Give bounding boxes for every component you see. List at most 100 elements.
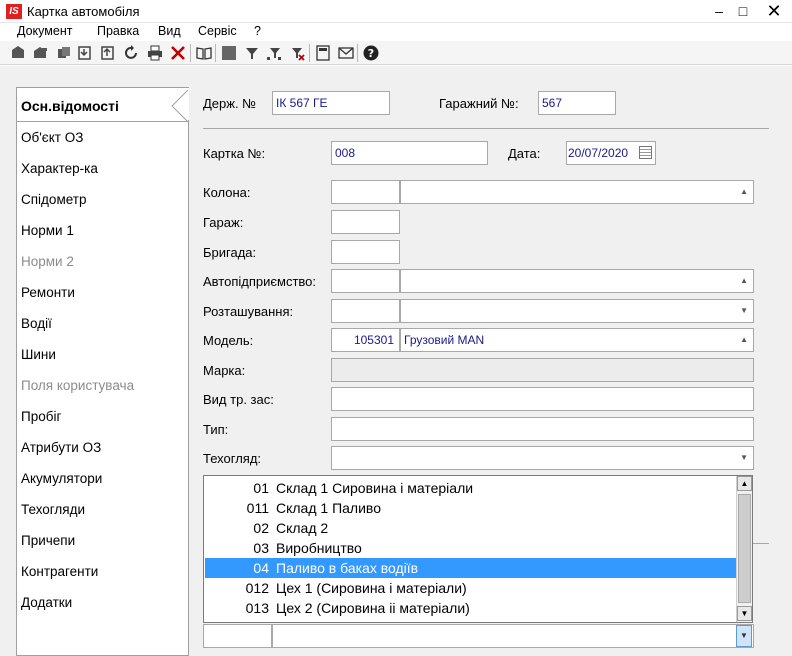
menu-edit[interactable]: Правка bbox=[97, 24, 139, 38]
bottom-code-field[interactable] bbox=[203, 624, 272, 648]
list-item[interactable]: 03 Виробництво bbox=[205, 538, 736, 558]
sidebar-item-12[interactable]: Акумулятори bbox=[21, 471, 102, 486]
list-item-code: 013 bbox=[245, 600, 269, 616]
list-item[interactable]: 011 Склад 1 Паливо bbox=[205, 498, 736, 518]
type-label: Тип: bbox=[203, 422, 229, 437]
model-name-field[interactable]: Грузовий MAN ▲ bbox=[400, 328, 754, 352]
filter-add-icon[interactable] bbox=[265, 44, 283, 62]
company-label: Автопідприємство: bbox=[203, 274, 317, 289]
dropdown-toggle-button[interactable]: ▼ bbox=[736, 625, 752, 647]
menu-document[interactable]: Документ bbox=[17, 24, 72, 38]
garage-number-field[interactable]: 567 bbox=[538, 91, 616, 115]
delete-icon[interactable] bbox=[169, 44, 187, 62]
toolbar-separator bbox=[309, 44, 310, 62]
brigade-label: Бригада: bbox=[203, 245, 257, 260]
list-item[interactable]: 02 Склад 2 bbox=[205, 518, 736, 538]
bottom-name-field[interactable] bbox=[272, 624, 754, 648]
dropdown-scrollbar[interactable]: ▲ ▼ bbox=[736, 476, 752, 622]
export-icon[interactable] bbox=[99, 44, 117, 62]
minimize-button[interactable]: – bbox=[706, 0, 732, 23]
book-icon[interactable] bbox=[195, 44, 213, 62]
calculator-icon[interactable] bbox=[314, 44, 332, 62]
sidebar-item-2[interactable]: Характер-ка bbox=[21, 161, 98, 176]
sidebar-item-0[interactable]: Осн.відомості bbox=[21, 98, 119, 114]
nav-divider bbox=[17, 121, 189, 122]
scroll-up-icon[interactable]: ▲ bbox=[737, 476, 752, 491]
filter-icon[interactable] bbox=[243, 44, 261, 62]
close-button[interactable]: ✕ bbox=[756, 0, 792, 23]
help-icon[interactable]: ? bbox=[362, 44, 380, 62]
calendar-icon[interactable] bbox=[639, 146, 652, 159]
brigade-field[interactable] bbox=[331, 240, 400, 264]
chevron-up-icon[interactable]: ▲ bbox=[740, 270, 748, 292]
location-name-field[interactable]: ▼ bbox=[400, 299, 754, 323]
square-icon[interactable] bbox=[220, 44, 238, 62]
list-item-name: Цех 2 (Сировина іі матеріали) bbox=[276, 600, 470, 616]
list-item[interactable]: 04 Паливо в баках водіїв bbox=[205, 558, 736, 578]
chevron-up-icon[interactable]: ▲ bbox=[740, 329, 748, 351]
new-document-icon[interactable] bbox=[9, 44, 27, 62]
chevron-down-icon[interactable]: ▼ bbox=[740, 447, 748, 469]
menu-bar: Документ Правка Вид Сервіс ? bbox=[0, 23, 792, 41]
sidebar-item-1[interactable]: Об'єкт ОЗ bbox=[21, 130, 83, 145]
sidebar-item-9: Поля користувача bbox=[21, 378, 135, 393]
model-name-value: Грузовий MAN bbox=[404, 333, 485, 347]
chevron-down-icon[interactable]: ▼ bbox=[740, 300, 748, 322]
column-code-field[interactable] bbox=[331, 180, 400, 204]
column-name-field[interactable]: ▲ bbox=[400, 180, 754, 204]
menu-service[interactable]: Сервіс bbox=[198, 24, 237, 38]
sidebar-item-11[interactable]: Атрибути ОЗ bbox=[21, 440, 101, 455]
menu-help[interactable]: ? bbox=[254, 24, 261, 38]
scroll-down-icon[interactable]: ▼ bbox=[737, 606, 752, 621]
sidebar-item-3[interactable]: Спідометр bbox=[21, 192, 86, 207]
vehicle-type-label: Вид тр. зас: bbox=[203, 392, 274, 407]
model-code-field[interactable]: 105301 bbox=[331, 328, 400, 352]
scroll-thumb[interactable] bbox=[738, 494, 751, 603]
open-icon[interactable] bbox=[32, 44, 50, 62]
panel-line bbox=[753, 543, 769, 544]
sidebar-item-10[interactable]: Пробіг bbox=[21, 409, 61, 424]
location-code-field[interactable] bbox=[331, 299, 400, 323]
garage-field[interactable] bbox=[331, 210, 400, 234]
model-label: Модель: bbox=[203, 333, 254, 348]
sidebar-item-6[interactable]: Ремонти bbox=[21, 285, 75, 300]
sidebar-item-8[interactable]: Шини bbox=[21, 347, 56, 362]
list-item[interactable]: 01 Склад 1 Сировина і матеріали bbox=[205, 478, 736, 498]
inspection-label: Техогляд: bbox=[203, 451, 262, 466]
sidebar-item-16[interactable]: Додатки bbox=[21, 595, 72, 610]
list-item-name: Склад 2 bbox=[276, 520, 329, 536]
filter-clear-icon[interactable] bbox=[288, 44, 306, 62]
sidebar-item-14[interactable]: Причепи bbox=[21, 533, 75, 548]
vehicle-type-field[interactable] bbox=[331, 387, 754, 411]
import-icon[interactable] bbox=[76, 44, 94, 62]
list-item-code: 03 bbox=[253, 540, 269, 556]
date-value: 20/07/2020 bbox=[568, 146, 629, 160]
date-field[interactable]: 20/07/2020 bbox=[566, 141, 656, 165]
copy-icon[interactable] bbox=[55, 44, 73, 62]
svg-text:?: ? bbox=[368, 47, 374, 60]
chevron-up-icon[interactable]: ▲ bbox=[740, 181, 748, 203]
card-number-field[interactable]: 008 bbox=[331, 141, 488, 165]
sidebar-item-13[interactable]: Техогляди bbox=[21, 502, 85, 517]
type-field[interactable] bbox=[331, 417, 754, 441]
list-item[interactable]: 013 Цех 2 (Сировина іі матеріали) bbox=[205, 598, 736, 618]
list-item-name: Склад 1 Сировина і матеріали bbox=[276, 480, 474, 496]
maximize-button[interactable]: □ bbox=[730, 0, 756, 23]
print-icon[interactable] bbox=[146, 44, 164, 62]
card-number-label: Картка №: bbox=[203, 146, 266, 161]
title-bar: IS Картка автомобіля – □ ✕ bbox=[0, 0, 792, 23]
list-item[interactable]: 012 Цех 1 (Сировина і матеріали) bbox=[205, 578, 736, 598]
garage-number-label: Гаражний №: bbox=[439, 96, 519, 111]
location-dropdown-list[interactable]: 01 Склад 1 Сировина і матеріали 011 Склад 1… bbox=[203, 475, 753, 623]
sidebar-item-7[interactable]: Водії bbox=[21, 316, 52, 331]
mail-icon[interactable] bbox=[337, 44, 355, 62]
menu-view[interactable]: Вид bbox=[158, 24, 181, 38]
sidebar-item-15[interactable]: Контрагенти bbox=[21, 564, 98, 579]
refresh-icon[interactable] bbox=[123, 44, 141, 62]
reg-number-field[interactable]: ІК 567 ГЕ bbox=[272, 91, 390, 115]
inspection-field[interactable]: ▼ bbox=[331, 446, 754, 470]
window-title: Картка автомобіля bbox=[27, 4, 140, 19]
company-code-field[interactable] bbox=[331, 269, 400, 293]
company-name-field[interactable]: ▲ bbox=[400, 269, 754, 293]
sidebar-item-4[interactable]: Норми 1 bbox=[21, 223, 74, 238]
